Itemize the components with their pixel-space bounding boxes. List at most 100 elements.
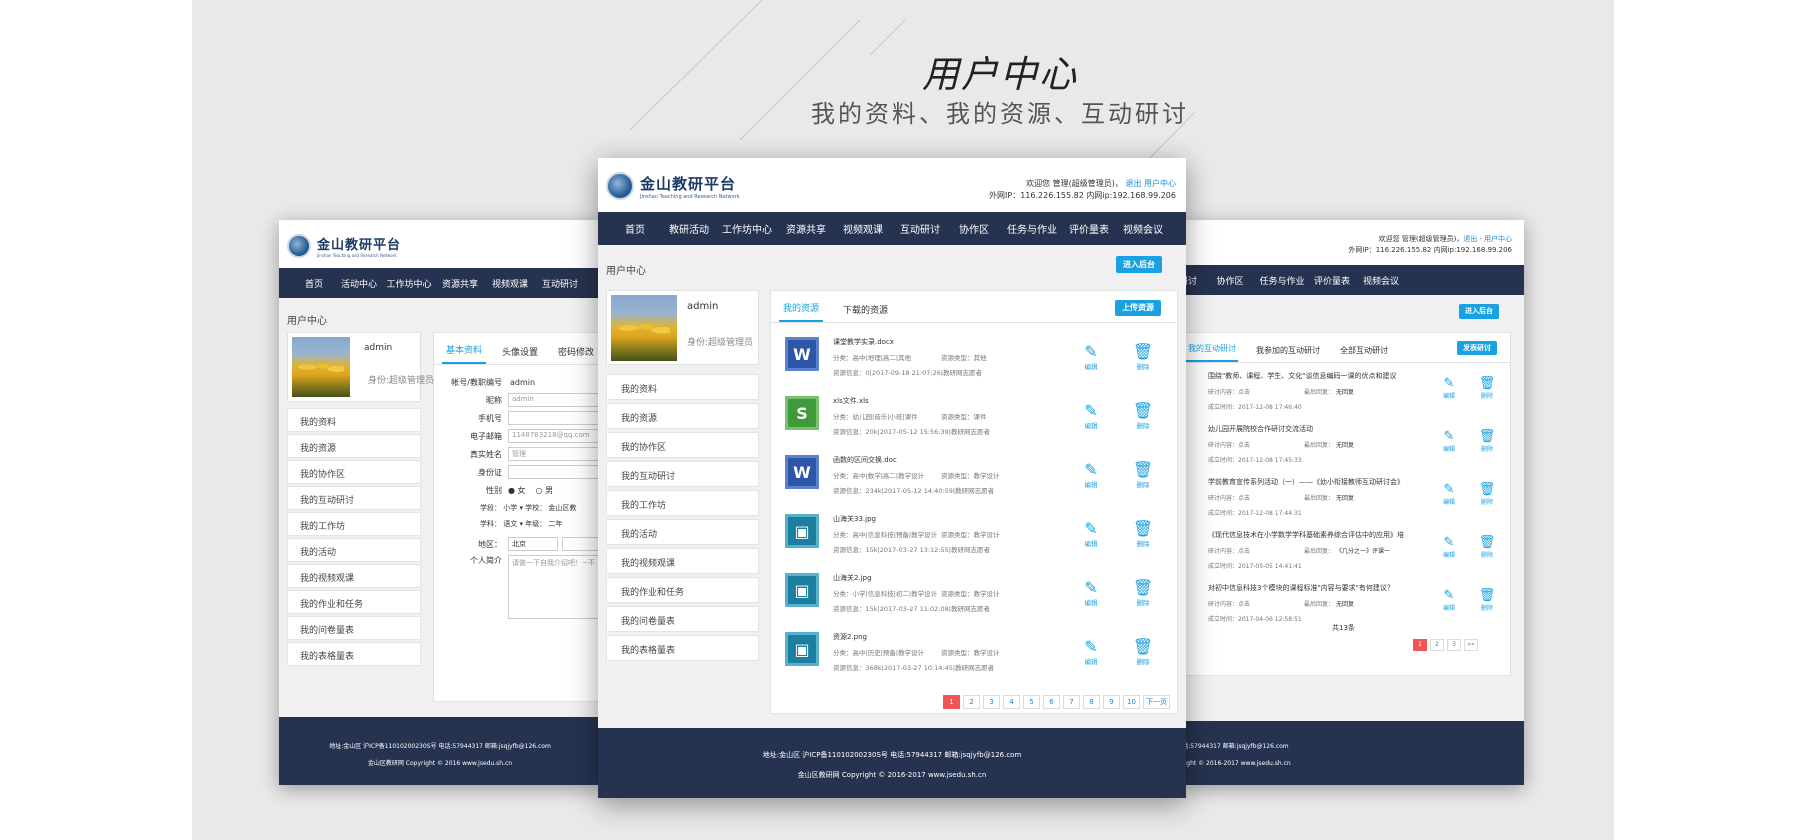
menu-item[interactable]: 我的视频观课 [606, 548, 759, 574]
tab-my-resources[interactable]: 我的资源 [779, 301, 824, 322]
region-select[interactable]: 北京 [508, 537, 558, 551]
menu-item[interactable]: 我的协作区 [287, 460, 421, 484]
upload-button[interactable]: 上传资源 [1115, 300, 1161, 316]
nav-item-tasks[interactable]: 任务与作业 [1255, 274, 1309, 287]
delete-button[interactable]: 🗑 删除 [1476, 483, 1498, 507]
email-field[interactable]: 1148783218@qq.com [508, 429, 601, 443]
edit-button[interactable]: ✎ 编辑 [1438, 377, 1460, 401]
phone-field[interactable] [508, 411, 601, 425]
discussion-title[interactable]: 《现代信息技术在小学数学学科基础素养综合评估中的应用》培 [1208, 530, 1404, 540]
tab-all-discussion[interactable]: 全部互动研讨 [1338, 345, 1390, 362]
page-button[interactable]: 6 [1043, 695, 1060, 709]
discussion-title[interactable]: 幼儿园开展院校合作研讨交流活动 [1208, 424, 1354, 434]
nav-item-collab[interactable]: 协作区 [1205, 274, 1255, 287]
nav-item-workshop[interactable]: 工作坊中心 [716, 221, 778, 236]
menu-item[interactable]: 我的工作坊 [606, 490, 759, 516]
page-button[interactable]: 7 [1063, 695, 1080, 709]
realname-field[interactable]: 管理 [508, 447, 601, 461]
delete-button[interactable]: 🗑 删除 [1130, 461, 1156, 490]
menu-item[interactable]: 我的表格量表 [606, 635, 759, 661]
nav-item-activity-center[interactable]: 活动中心 [335, 277, 383, 290]
nav-item-resources[interactable]: 资源共享 [778, 221, 834, 236]
nav-item-video-conf[interactable]: 视频会议 [1355, 274, 1407, 287]
resource-title[interactable]: 山海关2.jpg [833, 573, 1000, 583]
menu-item[interactable]: 我的资源 [287, 434, 421, 458]
user-center-link[interactable]: 用户中心 [1144, 179, 1176, 188]
page-button[interactable]: 4 [1003, 695, 1020, 709]
resource-title[interactable]: 课堂教学实录.docx [833, 337, 987, 347]
resource-title[interactable]: 资源2.png [833, 632, 1000, 642]
page-button[interactable]: 3 [983, 695, 1000, 709]
nav-item-evaluation[interactable]: 评价量表 [1309, 274, 1355, 287]
nav-item-research-activity[interactable]: 教研活动 [662, 221, 716, 236]
logout-link[interactable]: 退出 [1125, 179, 1141, 188]
page-button[interactable]: 1 [943, 695, 960, 709]
delete-button[interactable]: 🗑 删除 [1476, 430, 1498, 454]
site-logo[interactable]: 金山教研平台 Jinshan Teaching and Research Net… [606, 172, 740, 200]
admin-button[interactable]: 进入后台 [1459, 304, 1499, 319]
admin-button[interactable]: 进入后台 [1116, 256, 1162, 273]
last-page-button[interactable]: »» [1464, 639, 1478, 651]
gender-male-radio[interactable]: ○ 男 [536, 485, 554, 496]
school-select[interactable]: 学段： 小学 ▾ 学校： 金山区教 [480, 503, 576, 513]
region-select-2[interactable] [562, 537, 601, 551]
nav-item-workshop[interactable]: 工作坊中心 [383, 277, 435, 290]
menu-item[interactable]: 我的互动研讨 [287, 486, 421, 510]
nav-item-discussion[interactable]: 互动研讨 [892, 221, 948, 236]
menu-item[interactable]: 我的活动 [287, 538, 421, 562]
user-center-link[interactable]: 用户中心 [1484, 235, 1512, 243]
gender-female-radio[interactable]: ● 女 [508, 485, 526, 496]
menu-item[interactable]: 我的资料 [606, 374, 759, 400]
menu-item[interactable]: 我的活动 [606, 519, 759, 545]
edit-button[interactable]: ✎ 编辑 [1078, 402, 1104, 431]
menu-item[interactable]: 我的作业和任务 [287, 590, 421, 614]
tab-joined-discussion[interactable]: 我参加的互动研讨 [1254, 345, 1322, 362]
site-logo[interactable]: 金山教研平台 Jinshan Teaching and Research Net… [287, 234, 401, 258]
next-page-button[interactable]: 下一页 [1143, 695, 1170, 709]
menu-item[interactable]: 我的作业和任务 [606, 577, 759, 603]
delete-button[interactable]: 🗑 删除 [1130, 520, 1156, 549]
edit-button[interactable]: ✎ 编辑 [1078, 343, 1104, 372]
page-button[interactable]: 3 [1447, 639, 1461, 651]
tab-password[interactable]: 密码修改 [554, 345, 598, 364]
discussion-title[interactable]: 学前教育宣传系列活动（一）——《幼小衔接教师互动研讨会》 [1208, 477, 1404, 487]
menu-item[interactable]: 我的资源 [606, 403, 759, 429]
page-button[interactable]: 8 [1083, 695, 1100, 709]
edit-button[interactable]: ✎ 编辑 [1078, 638, 1104, 667]
nav-item-tasks[interactable]: 任务与作业 [1000, 221, 1064, 236]
menu-item[interactable]: 我的协作区 [606, 432, 759, 458]
menu-item[interactable]: 我的问卷量表 [287, 616, 421, 640]
page-button[interactable]: 9 [1103, 695, 1120, 709]
menu-item[interactable]: 我的表格量表 [287, 642, 421, 666]
post-discussion-button[interactable]: 发表研讨 [1457, 341, 1497, 355]
delete-button[interactable]: 🗑 删除 [1476, 536, 1498, 560]
discussion-title[interactable]: 对初中信息科技3个模块的课程标准"内容与要求"有何建议？ [1208, 583, 1394, 593]
intro-textarea[interactable]: 请做一下自我介绍吧！~不 [508, 555, 601, 619]
edit-button[interactable]: ✎ 编辑 [1078, 461, 1104, 490]
nickname-field[interactable]: admin [508, 393, 601, 407]
resource-title[interactable]: 函数的区间交换.doc [833, 455, 1000, 465]
delete-button[interactable]: 🗑 删除 [1476, 377, 1498, 401]
nav-item-collab[interactable]: 协作区 [948, 221, 1000, 236]
resource-title[interactable]: xls文件.xls [833, 396, 990, 406]
edit-button[interactable]: ✎ 编辑 [1438, 589, 1460, 613]
tab-basic-info[interactable]: 基本资料 [442, 343, 487, 364]
menu-item[interactable]: 我的资料 [287, 408, 421, 432]
idcard-field[interactable] [508, 465, 601, 479]
nav-item-home[interactable]: 首页 [293, 277, 335, 290]
menu-item[interactable]: 我的互动研讨 [606, 461, 759, 487]
edit-button[interactable]: ✎ 编辑 [1438, 430, 1460, 454]
tab-downloaded-resources[interactable]: 下载的资源 [839, 303, 892, 322]
menu-item[interactable]: 我的工作坊 [287, 512, 421, 536]
nav-item-evaluation[interactable]: 评价量表 [1064, 221, 1114, 236]
page-button[interactable]: 10 [1123, 695, 1140, 709]
delete-button[interactable]: 🗑 删除 [1130, 638, 1156, 667]
nav-item-home[interactable]: 首页 [608, 221, 662, 236]
edit-button[interactable]: ✎ 编辑 [1078, 579, 1104, 608]
edit-button[interactable]: ✎ 编辑 [1438, 483, 1460, 507]
menu-item[interactable]: 我的视频观课 [287, 564, 421, 588]
page-button[interactable]: 1 [1413, 639, 1427, 651]
nav-item-discussion[interactable]: 互动研讨 [1185, 274, 1205, 287]
menu-item[interactable]: 我的问卷量表 [606, 606, 759, 632]
nav-item-video[interactable]: 视频观课 [485, 277, 535, 290]
